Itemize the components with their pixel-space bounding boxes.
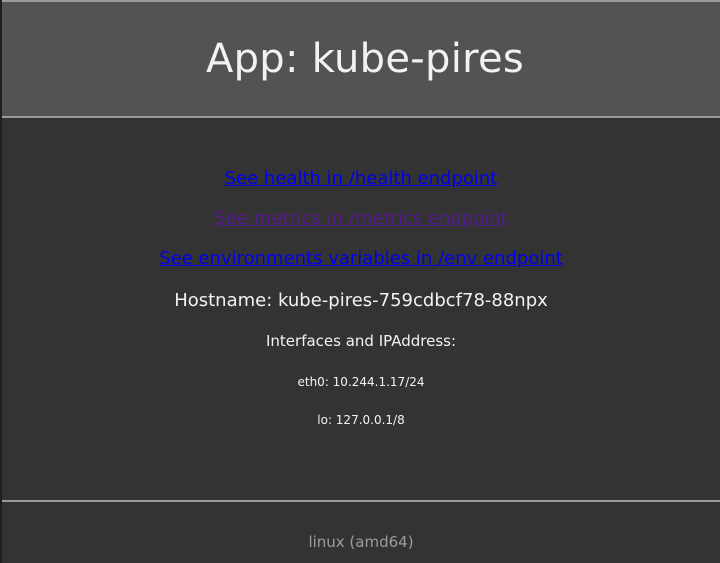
health-endpoint-link[interactable]: See health in /health endpoint (2, 168, 720, 189)
platform-label: linux (amd64) (308, 533, 414, 551)
page-title: App: kube-pires (205, 36, 525, 82)
header-bar: App: kube-pires (2, 0, 720, 118)
interfaces-heading: Interfaces and IPAddress: (265, 332, 457, 350)
page: App: kube-pires See health in /health en… (0, 0, 720, 563)
metrics-endpoint-link[interactable]: See metrics in /metrics endpoint (2, 208, 720, 229)
hostname-text: Hostname: kube-pires-759cdbcf78-88npx (174, 290, 548, 311)
interface-eth0: eth0: 10.244.1.17/24 (297, 375, 425, 389)
interface-lo: lo: 127.0.0.1/8 (317, 413, 405, 427)
footer-bar: linux (amd64) (2, 500, 720, 563)
env-endpoint-link[interactable]: See environments variables in /env endpo… (2, 248, 720, 269)
main-content: See health in /health endpoint See metri… (2, 118, 720, 502)
